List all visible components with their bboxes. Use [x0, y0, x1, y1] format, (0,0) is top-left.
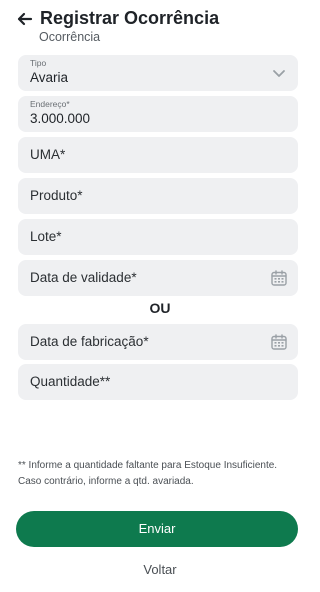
page-title: Registrar Ocorrência [40, 8, 220, 28]
uma-placeholder: UMA* [30, 147, 66, 162]
back-button[interactable]: Voltar [0, 562, 320, 577]
page-subtitle: Ocorrência [39, 30, 101, 44]
fabricacao-placeholder: Data de fabricação* [30, 334, 149, 349]
endereco-field[interactable]: Endereço* 3.000.000 [18, 96, 298, 132]
tipo-label: Tipo [30, 58, 47, 68]
produto-field[interactable]: Produto* [18, 178, 298, 214]
calendar-icon[interactable] [270, 269, 288, 287]
quantidade-placeholder: Quantidade** [30, 374, 111, 389]
tipo-select[interactable]: Tipo Avaria [18, 55, 298, 91]
calendar-icon[interactable] [270, 333, 288, 351]
lote-field[interactable]: Lote* [18, 219, 298, 255]
or-separator: OU [149, 300, 171, 316]
tipo-value: Avaria [30, 70, 69, 85]
chevron-down-icon [273, 70, 285, 77]
validade-placeholder: Data de validade* [30, 270, 137, 285]
footnote: ** Informe a quantidade faltante para Es… [18, 460, 278, 487]
submit-button[interactable]: Enviar [16, 511, 298, 547]
fabricacao-field[interactable]: Data de fabricação* [18, 324, 298, 360]
endereco-value: 3.000.000 [30, 111, 91, 126]
arrow-left-icon[interactable] [16, 10, 34, 28]
page-header: Registrar Ocorrência Ocorrência [16, 6, 306, 46]
produto-placeholder: Produto* [30, 188, 83, 203]
quantidade-field[interactable]: Quantidade** [18, 364, 298, 400]
endereco-label: Endereço* [30, 99, 70, 109]
uma-field[interactable]: UMA* [18, 137, 298, 173]
validade-field[interactable]: Data de validade* [18, 260, 298, 296]
lote-placeholder: Lote* [30, 229, 62, 244]
